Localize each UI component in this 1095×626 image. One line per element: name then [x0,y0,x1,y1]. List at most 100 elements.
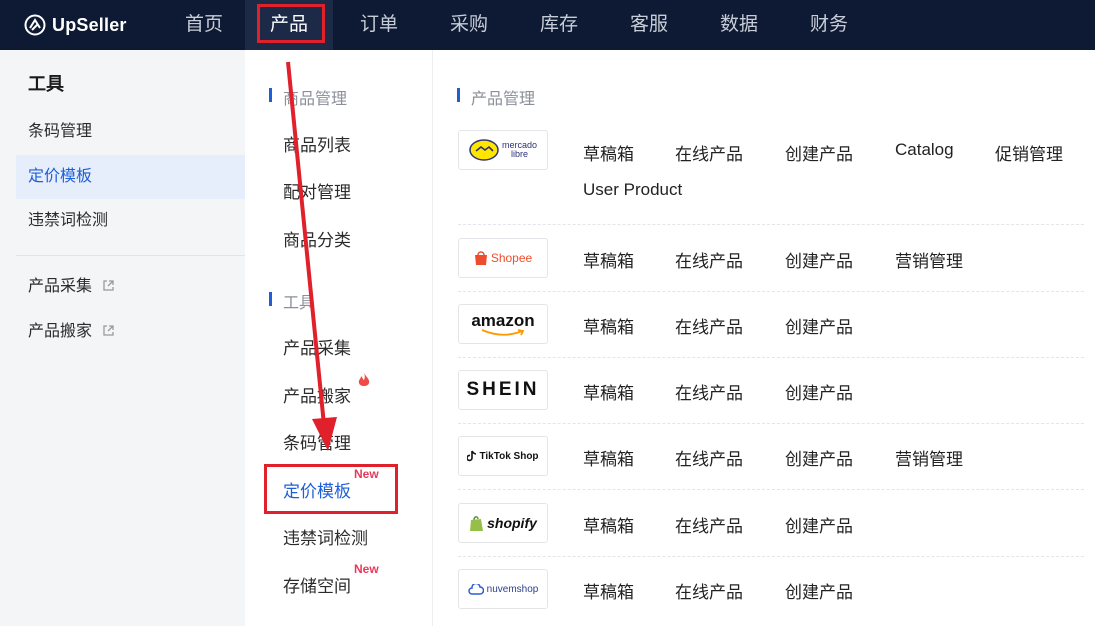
link-draft[interactable]: 草稿箱 [583,512,634,537]
platform-row-mercadolibre: mercado libre 草稿箱 在线产品 创建产品 Catalog 促销管理… [458,130,1084,225]
shopee-wordmark: Shopee [490,251,533,265]
mercadolibre-logo[interactable]: mercado libre [458,130,548,170]
section-header-tools: 工具 [269,289,315,313]
tools-sidebar: 工具 条码管理 定价模板 违禁词检测 产品采集 产品搬家 [0,50,245,626]
menu-item-storage[interactable]: 存储空间 New [283,562,379,597]
link-draft[interactable]: 草稿箱 [583,578,634,603]
link-draft[interactable]: 草稿箱 [583,140,634,165]
menu-item-forbidden-words[interactable]: 违禁词检测 [283,524,368,549]
menu-item-barcode[interactable]: 条码管理 [283,429,351,454]
link-create-product[interactable]: 创建产品 [785,578,853,603]
nuvemshop-logo[interactable]: nuvemshop [458,569,548,609]
link-online-products[interactable]: 在线产品 [675,578,743,603]
platform-row-tiktok-shop: TikTok Shop 草稿箱 在线产品 创建产品 营销管理 [458,435,1084,490]
link-marketing[interactable]: 营销管理 [895,247,963,272]
link-online-products[interactable]: 在线产品 [675,313,743,338]
menu-item-product-migration[interactable]: 产品搬家 [283,373,370,407]
link-create-product[interactable]: 创建产品 [785,379,853,404]
menu-item-pricing-template[interactable]: 定价模板 New [283,467,379,502]
link-online-products[interactable]: 在线产品 [675,379,743,404]
link-online-products[interactable]: 在线产品 [675,512,743,537]
menu-item-goods-category[interactable]: 商品分类 [283,226,351,251]
nuvemshop-cloud-icon [467,583,484,595]
sidebar-item-label: 产品搬家 [28,323,93,340]
link-create-product[interactable]: 创建产品 [785,313,853,338]
platform-row-nuvemshop: nuvemshop 草稿箱 在线产品 创建产品 [458,568,1084,623]
sidebar-item-label: 产品采集 [28,278,93,295]
nav-finance[interactable]: 财务 [785,0,873,50]
link-create-product[interactable]: 创建产品 [785,445,853,470]
link-draft[interactable]: 草稿箱 [583,313,634,338]
link-draft[interactable]: 草稿箱 [583,247,634,272]
menu-item-product-collection[interactable]: 产品采集 [283,334,351,359]
brand-name: UpSeller [52,14,127,35]
external-link-icon [103,280,115,291]
section-header-product-management: 产品管理 [457,85,535,109]
upseller-logo-icon [24,14,46,36]
platform-row-amazon: amazon 草稿箱 在线产品 创建产品 [458,303,1084,358]
handshake-icon [469,139,499,161]
menu-item-goods-list[interactable]: 商品列表 [283,131,351,156]
shein-wordmark: SHEIN [466,379,540,400]
tiktok-note-icon [467,450,477,462]
link-create-product[interactable]: 创建产品 [785,512,853,537]
tiktok-shop-wordmark: TikTok Shop [479,450,539,462]
shopify-logo[interactable]: shopify [458,503,548,543]
amazon-smile-icon [481,328,525,336]
sidebar-item-forbidden-words[interactable]: 违禁词检测 [16,199,245,243]
platform-row-shopee: Shopee 草稿箱 在线产品 创建产品 营销管理 [458,237,1084,292]
shopify-wordmark: shopify [487,515,537,531]
sidebar-item-product-migration[interactable]: 产品搬家 [16,310,245,354]
menu-item-label: 产品搬家 [283,387,351,406]
platform-row-shopify: shopify 草稿箱 在线产品 创建产品 [458,502,1084,557]
link-user-product[interactable]: User Product [583,180,682,200]
link-promotion[interactable]: 促销管理 [995,140,1063,165]
sidebar-item-label: 违禁词检测 [28,212,109,229]
sidebar-title: 工具 [28,74,64,94]
shopify-bag-icon [470,515,484,531]
nav-inventory[interactable]: 库存 [515,0,603,50]
nav-orders[interactable]: 订单 [335,0,423,50]
shein-logo[interactable]: SHEIN [458,370,548,410]
link-create-product[interactable]: 创建产品 [785,247,853,272]
sidebar-divider [16,255,245,256]
sidebar-item-pricing-template[interactable]: 定价模板 [16,155,245,199]
platform-row-shein: SHEIN 草稿箱 在线产品 创建产品 [458,369,1084,424]
nav-customer-service[interactable]: 客服 [605,0,693,50]
menu-item-label: 存储空间 [283,577,351,596]
menu-item-pairing[interactable]: 配对管理 [283,178,351,203]
external-link-icon [103,325,115,336]
link-draft[interactable]: 草稿箱 [583,445,634,470]
nav-home[interactable]: 首页 [160,0,248,50]
fire-icon [358,373,370,386]
link-catalog[interactable]: Catalog [895,140,954,160]
shopee-bag-icon [474,251,487,265]
link-online-products[interactable]: 在线产品 [675,247,743,272]
section-header-goods: 商品管理 [269,85,347,109]
nav-data[interactable]: 数据 [695,0,783,50]
new-badge: New [354,467,379,481]
products-dropdown-menu: 商品管理 商品列表 配对管理 商品分类 工具 产品采集 产品搬家 条码管理 定价… [245,50,1095,626]
link-create-product[interactable]: 创建产品 [785,140,853,165]
nuvemshop-wordmark: nuvemshop [486,583,539,595]
sidebar-item-barcode[interactable]: 条码管理 [16,110,245,154]
sidebar-item-label: 条码管理 [28,123,93,140]
tiktok-shop-logo[interactable]: TikTok Shop [458,436,548,476]
amazon-logo[interactable]: amazon [458,304,548,344]
dropdown-left-column: 商品管理 商品列表 配对管理 商品分类 工具 产品采集 产品搬家 条码管理 定价… [245,50,433,626]
link-marketing[interactable]: 营销管理 [895,445,963,470]
top-navigation: UpSeller 首页 产品 订单 采购 库存 客服 数据 财务 [0,0,1095,50]
new-badge: New [354,562,379,576]
amazon-wordmark: amazon [471,310,535,330]
link-online-products[interactable]: 在线产品 [675,140,743,165]
nav-products[interactable]: 产品 [245,0,333,50]
nav-purchase[interactable]: 采购 [425,0,513,50]
sidebar-item-product-collection[interactable]: 产品采集 [16,265,245,309]
menu-item-label: 定价模板 [283,482,351,501]
sidebar-item-label: 定价模板 [28,168,93,185]
shopee-logo[interactable]: Shopee [458,238,548,278]
link-draft[interactable]: 草稿箱 [583,379,634,404]
mercadolibre-wordmark: mercado libre [501,140,537,159]
link-online-products[interactable]: 在线产品 [675,445,743,470]
upseller-logo[interactable]: UpSeller [24,11,127,39]
